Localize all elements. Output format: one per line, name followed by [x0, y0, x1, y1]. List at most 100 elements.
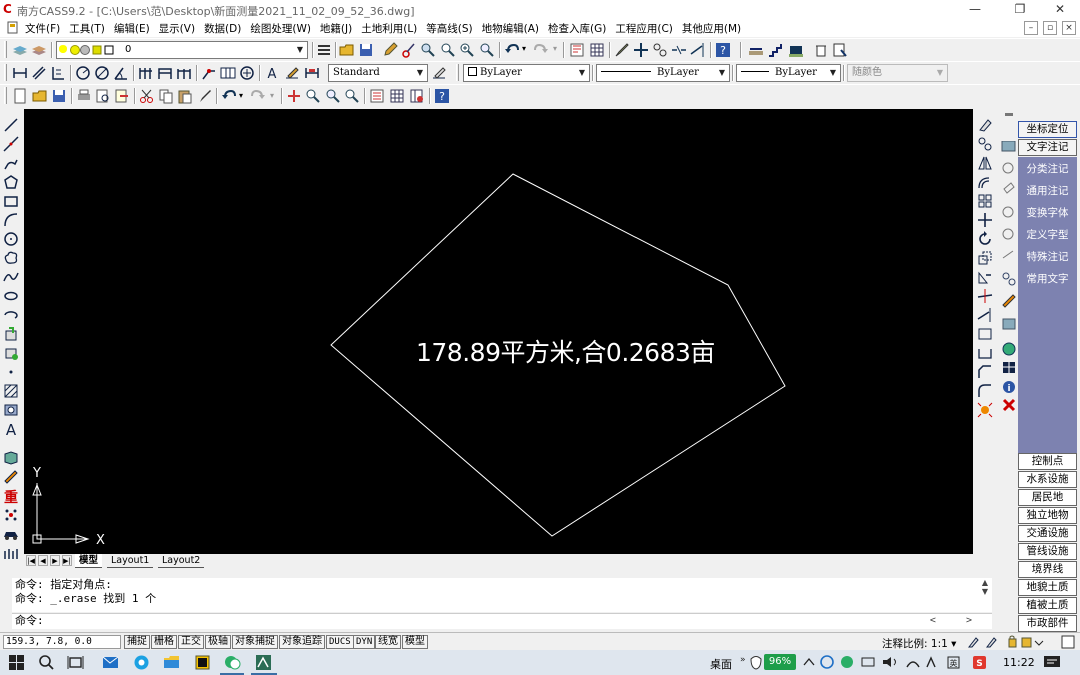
layer-manager-icon[interactable] — [12, 42, 28, 58]
drawing-svg[interactable]: Y X — [24, 109, 973, 554]
dyn-toggle[interactable]: DYN — [353, 635, 376, 649]
zoom-window-icon[interactable] — [325, 88, 341, 104]
diameter-dimension-icon[interactable] — [94, 65, 110, 81]
menu-engineering[interactable]: 工程应用(C) — [615, 21, 673, 36]
cass-app-icon[interactable] — [255, 654, 272, 671]
baseline-dimension-icon[interactable] — [157, 65, 173, 81]
layer-filter-icon[interactable] — [832, 42, 848, 58]
toolbar-grip[interactable] — [4, 41, 7, 58]
region-icon[interactable] — [3, 402, 19, 418]
undo-dropdown-icon[interactable]: ▾ — [239, 91, 243, 100]
lineweight-dropdown[interactable]: ByLayer ▼ — [736, 64, 841, 82]
zoom-pan-icon[interactable] — [420, 42, 436, 58]
chevron-down-icon[interactable]: ▼ — [826, 65, 840, 81]
quick-dimension-icon[interactable] — [138, 65, 154, 81]
edit-attribute-icon[interactable] — [3, 469, 19, 485]
mail-icon[interactable] — [102, 654, 119, 671]
zoom-previous-icon[interactable] — [344, 88, 360, 104]
hatch-icon[interactable] — [3, 383, 19, 399]
redo-icon[interactable] — [250, 88, 266, 104]
table-icon[interactable] — [589, 42, 605, 58]
ruler-icon[interactable] — [748, 42, 764, 58]
menu-land-use[interactable]: 土地利用(L) — [361, 21, 417, 36]
lineweight-toggle[interactable]: 线宽 — [375, 635, 401, 649]
continue-dimension-icon[interactable] — [176, 65, 192, 81]
line-icon[interactable] — [3, 117, 19, 133]
menu-cadastre[interactable]: 地籍(J) — [320, 21, 352, 36]
arc-icon[interactable] — [3, 212, 19, 228]
linetype-dropdown[interactable]: ByLayer ▼ — [596, 64, 730, 82]
minimize-button[interactable]: — — [960, 1, 990, 18]
properties-palette-icon[interactable] — [369, 88, 385, 104]
tab-model[interactable]: 模型 — [75, 554, 103, 568]
first-tab-arrow[interactable]: |◀ — [26, 555, 36, 566]
toolbar-grip[interactable] — [456, 64, 459, 81]
menu-edit[interactable]: 编辑(E) — [114, 21, 150, 36]
area-annotation[interactable]: 178.89平方米,合0.2683亩 — [416, 333, 715, 369]
polyline-icon[interactable] — [3, 155, 19, 171]
command-scroll-arrows[interactable]: < > — [930, 614, 972, 628]
menu-control-points[interactable]: 控制点 — [1018, 453, 1077, 470]
notification-center-icon[interactable] — [1043, 655, 1061, 670]
paste-icon[interactable] — [177, 88, 193, 104]
battery-indicator[interactable]: 96% — [764, 654, 796, 670]
file-explorer-icon[interactable] — [163, 654, 180, 671]
submenu-define-font[interactable]: 定义字型 — [1018, 225, 1077, 245]
match-properties-icon[interactable] — [569, 42, 585, 58]
tolerance-icon[interactable] — [220, 65, 236, 81]
dimension-update-icon[interactable] — [304, 65, 320, 81]
trash-icon[interactable] — [813, 42, 829, 58]
brush-icon[interactable] — [614, 42, 630, 58]
aligned-dimension-icon[interactable] — [31, 65, 47, 81]
layer-previous-icon[interactable] — [31, 42, 47, 58]
menu-tools[interactable]: 工具(T) — [69, 21, 105, 36]
menu-other[interactable]: 其他应用(M) — [682, 21, 741, 36]
print-icon[interactable] — [76, 88, 92, 104]
menu-pipeline-facilities[interactable]: 管线设施 — [1018, 543, 1077, 560]
screen-menu-tool-icons-lower[interactable]: i — [1001, 341, 1017, 441]
chevron-down-icon[interactable]: ▼ — [575, 65, 589, 81]
menu-vegetation-soil[interactable]: 植被土质 — [1018, 597, 1077, 614]
save-file-icon[interactable] — [51, 88, 67, 104]
text-icon[interactable]: A — [3, 421, 19, 437]
polygon-icon[interactable] — [3, 174, 19, 190]
help-icon[interactable]: ? — [434, 88, 450, 104]
stairs-icon[interactable] — [768, 42, 784, 58]
menu-independent-features[interactable]: 独立地物 — [1018, 507, 1077, 524]
layer-dropdown[interactable]: 0 ▼ — [56, 41, 308, 59]
menu-text-annotation[interactable]: 文字注记 — [1018, 139, 1077, 156]
chevron-down-icon[interactable]: ▼ — [715, 65, 729, 81]
menu-file[interactable]: 文件(F) — [25, 21, 60, 36]
dimension-style-dropdown[interactable]: Standard ▼ — [328, 64, 428, 82]
open-folder-icon[interactable] — [339, 42, 355, 58]
dimension-edit-icon[interactable]: A — [264, 65, 280, 81]
submenu-special-annotation[interactable]: 特殊注记 — [1018, 247, 1077, 267]
toolbar-grip[interactable] — [4, 64, 7, 81]
car-icon[interactable] — [3, 526, 19, 542]
menu-landform-soil[interactable]: 地貌土质 — [1018, 579, 1077, 596]
otrack-toggle[interactable]: 对象追踪 — [279, 635, 325, 649]
polar-toggle[interactable]: 极轴 — [205, 635, 231, 649]
extend-icon[interactable] — [977, 307, 993, 323]
scissors-icon[interactable] — [139, 88, 155, 104]
osnap-toggle[interactable]: 对象捕捉 — [232, 635, 278, 649]
mirror-icon[interactable] — [977, 155, 993, 171]
menu-coordinate-locate[interactable]: 坐标定位 — [1018, 121, 1077, 138]
dimension-style-icon[interactable] — [431, 65, 447, 81]
windows-start-icon[interactable] — [8, 654, 25, 671]
chamfer-icon[interactable] — [977, 364, 993, 380]
grid-toggle[interactable]: 栅格 — [151, 635, 177, 649]
trace-icon[interactable] — [652, 42, 668, 58]
cut-icon[interactable] — [401, 42, 417, 58]
ortho-toggle[interactable]: 正交 — [178, 635, 204, 649]
search-icon[interactable] — [38, 654, 55, 671]
submenu-general-annotation[interactable]: 通用注记 — [1018, 181, 1077, 201]
zoom-in-icon[interactable] — [459, 42, 475, 58]
menu-check-import[interactable]: 检查入库(G) — [548, 21, 606, 36]
rectangle-icon[interactable] — [3, 193, 19, 209]
zoom-previous-icon[interactable] — [479, 42, 495, 58]
menu-view[interactable]: 显示(V) — [159, 21, 195, 36]
browser-icon[interactable] — [133, 654, 150, 671]
move-icon[interactable] — [633, 42, 649, 58]
move-object-icon[interactable] — [977, 212, 993, 228]
